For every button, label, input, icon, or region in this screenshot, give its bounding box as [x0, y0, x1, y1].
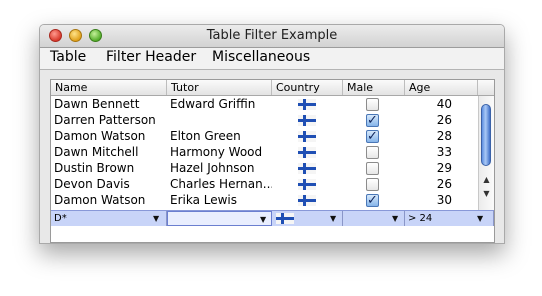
cell-age: 28: [436, 129, 452, 143]
cell-tutor: Erika Lewis: [170, 193, 238, 207]
cell-name: Darren Patterson: [54, 113, 156, 127]
cell-age: 40: [436, 97, 452, 111]
cell-male: ✓: [343, 112, 405, 128]
column-header-tutor[interactable]: Tutor: [167, 80, 272, 95]
finland-flag-icon: [298, 115, 316, 126]
vertical-scrollbar[interactable]: ▲ ▼: [478, 96, 494, 210]
table-row[interactable]: Damon Watson Elton Green ✓ 28: [51, 128, 478, 144]
cell-tutor: Harmony Wood: [170, 145, 263, 159]
chevron-down-icon[interactable]: ▼: [260, 212, 266, 227]
cell-male: [343, 176, 405, 192]
table-row[interactable]: Devon Davis Charles Hernan... 26: [51, 176, 478, 192]
scrollbar-thumb[interactable]: [481, 104, 491, 166]
cell-tutor: Charles Hernan...: [170, 177, 272, 191]
cell-name: Damon Watson: [54, 129, 146, 143]
header-corner: [478, 80, 494, 96]
column-header-name[interactable]: Name: [51, 80, 167, 95]
filter-male[interactable]: ▼: [343, 211, 405, 226]
finland-flag-icon: [298, 147, 316, 158]
app-window: Table Filter Example Table Filter Header…: [39, 24, 505, 244]
finland-flag-icon: [298, 163, 316, 174]
cell-male: [343, 160, 405, 176]
cell-name: Dustin Brown: [54, 161, 135, 175]
table-header: Name Tutor Country Male Age: [51, 80, 478, 96]
cell-tutor: [167, 112, 272, 128]
cell-age: 33: [436, 145, 452, 159]
table-row[interactable]: Darren Patterson ✓ 26: [51, 112, 478, 128]
filter-header-row: D* ▼ ▼ ▼ ▼ > 24 ▼: [51, 210, 494, 226]
cell-tutor: Edward Griffin: [170, 97, 256, 111]
table-row[interactable]: Damon Watson Erika Lewis ✓ 30: [51, 192, 478, 208]
cell-age: 26: [436, 113, 452, 127]
chevron-down-icon[interactable]: ▼: [153, 211, 159, 226]
title-bar[interactable]: Table Filter Example: [40, 25, 504, 48]
scroll-up-arrow-icon[interactable]: ▲: [480, 174, 493, 186]
cell-country: [272, 176, 343, 192]
male-checkbox[interactable]: [366, 98, 379, 111]
filter-age[interactable]: > 24 ▼: [405, 211, 494, 226]
chevron-down-icon[interactable]: ▼: [330, 211, 336, 226]
filter-country[interactable]: ▼: [272, 211, 343, 226]
finland-flag-icon: [298, 131, 316, 142]
filter-tutor[interactable]: ▼: [167, 211, 272, 226]
male-checkbox[interactable]: ✓: [366, 194, 379, 207]
table-row[interactable]: Dawn Bennett Edward Griffin 40: [51, 96, 478, 112]
table-row[interactable]: Dawn Mitchell Harmony Wood 33: [51, 144, 478, 160]
filter-age-value: > 24: [408, 213, 433, 224]
cell-male: ✓: [343, 128, 405, 144]
menu-filter-header[interactable]: Filter Header: [106, 49, 196, 65]
chevron-down-icon[interactable]: ▼: [392, 211, 398, 226]
window-title: Table Filter Example: [206, 28, 338, 43]
cell-name: Dawn Mitchell: [54, 145, 139, 159]
cell-tutor: Elton Green: [170, 129, 241, 143]
column-header-country[interactable]: Country: [272, 80, 343, 95]
chevron-down-icon[interactable]: ▼: [477, 211, 483, 226]
finland-flag-icon: [276, 213, 294, 224]
menu-miscellaneous[interactable]: Miscellaneous: [212, 49, 310, 65]
male-checkbox[interactable]: [366, 162, 379, 175]
cell-name: Damon Watson: [54, 193, 146, 207]
finland-flag-icon: [298, 99, 316, 110]
cell-age: 29: [436, 161, 452, 175]
filter-name-value: D*: [54, 213, 67, 224]
data-table: Name Tutor Country Male Age Dawn Bennett…: [50, 79, 495, 243]
cell-country: [272, 96, 343, 112]
cell-name: Dawn Bennett: [54, 97, 140, 111]
cell-country: [272, 160, 343, 176]
male-checkbox[interactable]: [366, 178, 379, 191]
male-checkbox[interactable]: ✓: [366, 114, 379, 127]
cell-male: [343, 96, 405, 112]
finland-flag-icon: [298, 179, 316, 190]
cell-male: ✓: [343, 192, 405, 208]
menu-table[interactable]: Table: [50, 49, 86, 65]
table-row[interactable]: Dustin Brown Hazel Johnson 29: [51, 160, 478, 176]
filter-name[interactable]: D* ▼: [51, 211, 167, 226]
cell-country: [272, 144, 343, 160]
cell-country: [272, 192, 343, 208]
cell-country: [272, 112, 343, 128]
cell-male: [343, 144, 405, 160]
table-bottom-area: [51, 226, 494, 242]
cell-age: 30: [436, 193, 452, 207]
cell-tutor: Hazel Johnson: [170, 161, 255, 175]
cell-age: 26: [436, 177, 452, 191]
scroll-down-arrow-icon[interactable]: ▼: [480, 188, 493, 200]
cell-name: Devon Davis: [54, 177, 130, 191]
menu-bar: Table Filter Header Miscellaneous: [40, 48, 504, 70]
male-checkbox[interactable]: [366, 146, 379, 159]
column-header-male[interactable]: Male: [343, 80, 405, 95]
male-checkbox[interactable]: ✓: [366, 130, 379, 143]
finland-flag-icon: [298, 195, 316, 206]
table-body: Dawn Bennett Edward Griffin 40 Darren Patte…: [51, 96, 478, 210]
column-header-age[interactable]: Age: [405, 80, 478, 95]
cell-country: [272, 128, 343, 144]
